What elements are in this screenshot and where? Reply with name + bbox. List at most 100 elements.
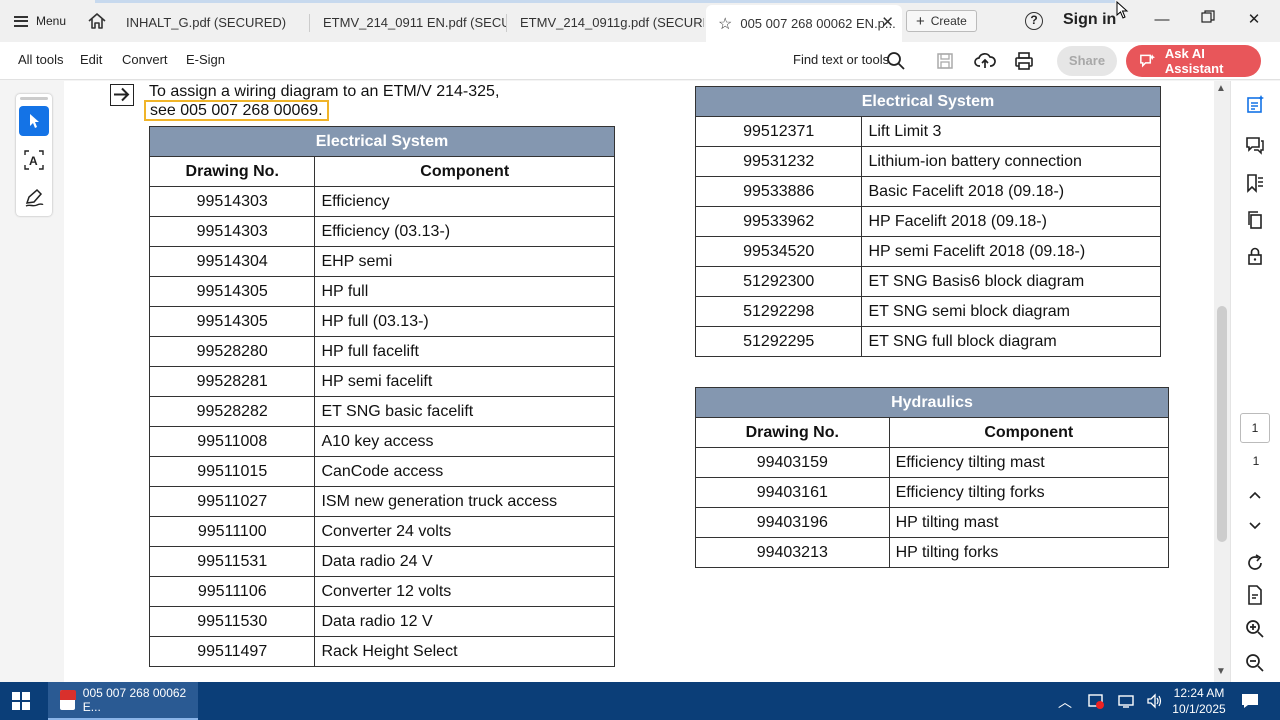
component-cell: Data radio 12 V [314,606,615,637]
quick-tools-panel: A [16,94,52,216]
home-icon[interactable] [84,9,110,33]
menu-label: Menu [36,14,67,28]
arrow-right-icon [110,84,134,106]
scroll-down-arrow-icon[interactable]: ▼ [1216,666,1226,677]
text-select-tool-icon[interactable]: A [19,145,49,175]
table-row: 99511497 Rack Height Select [148,636,615,667]
note-text-line2-link[interactable]: see 005 007 268 00069. [144,100,329,121]
convert-menu[interactable]: Convert [122,52,168,67]
create-button[interactable]: + Create [906,10,977,32]
table-row: 99528281 HP semi facelift [148,366,615,397]
tab-etmv-g[interactable]: ETMV_214_0911g.pdf (SECURED) [508,6,704,38]
toolbar: All tools Edit Convert E-Sign Find text … [0,42,1280,80]
show-hidden-icons-chevron-icon[interactable]: ︿ [1058,692,1072,712]
help-icon[interactable]: ? [1025,12,1043,30]
drawing-number-cell: 99534520 [694,236,863,267]
share-button[interactable]: Share [1057,46,1117,76]
search-icon[interactable] [885,50,907,72]
tab-etmv-en[interactable]: ETMV_214_0911 EN.pdf (SECUR... [311,6,507,38]
comments-icon[interactable] [1243,133,1267,157]
scroll-up-arrow-icon[interactable]: ▲ [1216,83,1226,94]
all-tools-menu[interactable]: All tools [18,52,64,67]
annotate-pen-icon[interactable] [19,183,49,213]
table-row: 99531232 Lithium-ion battery connection [694,146,1161,177]
component-cell: Converter 12 volts [314,576,615,607]
next-page-icon[interactable] [1243,513,1267,537]
sign-in-button[interactable]: Sign in [1063,11,1116,29]
ai-assistant-label: Ask AI Assistant [1164,46,1224,76]
edit-menu[interactable]: Edit [80,52,102,67]
table-row: 99511100 Converter 24 volts [148,516,615,547]
pages-thumbnails-icon[interactable] [1243,208,1267,232]
component-cell: Lithium-ion battery connection [861,146,1161,177]
tab-label: INHALT_G.pdf (SECURED) [126,14,287,30]
component-cell: HP full facelift [314,336,615,367]
esign-menu[interactable]: E-Sign [186,52,225,67]
close-window-icon[interactable]: ✕ [1244,10,1264,30]
drawing-number-cell: 99514303 [148,186,316,217]
tab-strip-accent [95,0,1115,3]
bookmarks-icon[interactable] [1243,171,1267,195]
page-fit-icon[interactable] [1243,583,1267,607]
current-page-field[interactable]: 1 [1240,413,1270,443]
scrollbar-thumb[interactable] [1217,306,1227,542]
taskbar-acrobat-app[interactable]: 005 007 268 00062 E... [48,682,198,720]
component-cell: HP tilting forks [888,537,1170,568]
drawing-number-cell: 99511497 [148,636,316,667]
lock-icon[interactable] [1243,244,1267,268]
save-icon[interactable] [934,50,956,72]
drawing-number-cell: 99511008 [148,426,316,457]
rotate-icon[interactable] [1243,551,1267,575]
drawing-number-cell: 99514305 [148,276,316,307]
previous-page-icon[interactable] [1243,483,1267,507]
upload-cloud-icon[interactable] [974,50,996,72]
menu-button[interactable]: Menu [8,8,72,34]
tab-inhalt[interactable]: INHALT_G.pdf (SECURED) [114,6,310,38]
restore-icon[interactable] [1198,10,1218,30]
drawing-number-cell: 99403159 [695,447,890,478]
drawing-number-cell: 99528281 [148,366,316,397]
volume-icon[interactable] [1146,692,1164,710]
drawing-number-cell: 99533962 [694,206,863,237]
ai-assistant-button[interactable]: Ask AI Assistant [1126,45,1261,77]
mouse-cursor-icon [1116,1,1129,19]
pdf-file-icon [60,690,76,710]
component-cell: A10 key access [314,426,615,457]
drawing-number-cell: 51292300 [694,266,863,297]
drawing-number-cell: 99511015 [148,456,316,487]
component-cell: Efficiency [314,186,615,217]
drawing-number-cell: 99512371 [694,116,863,147]
drag-grip[interactable] [20,97,48,100]
table-title: Electrical System [149,126,615,157]
network-icon[interactable] [1117,692,1135,710]
component-cell: Data radio 24 V [314,546,615,577]
ai-summary-icon[interactable] [1243,93,1267,117]
select-tool-icon[interactable] [19,106,49,136]
zoom-in-icon[interactable] [1243,617,1267,641]
star-icon[interactable]: ☆ [718,14,732,34]
clock-time: 12:24 AM [1173,686,1225,700]
tab-active-document[interactable]: ☆ 005 007 268 00062 EN.p... ✕ [706,5,902,42]
drawing-number-cell: 99533886 [694,176,863,207]
table-row: 99514303 Efficiency (03.13-) [148,216,615,247]
column-header: Drawing No. [148,156,316,187]
drawing-number-cell: 99511100 [148,516,316,547]
table-row: 99403159 Efficiency tilting mast [695,447,1170,478]
find-text-button[interactable]: Find text or tools [793,52,889,67]
table-row: 99514305 HP full [148,276,615,307]
notifications-icon[interactable] [1240,692,1260,710]
system-clock[interactable]: 12:24 AM 10/1/2025 [1170,685,1228,717]
close-tab-icon[interactable]: ✕ [881,13,894,31]
table-row: 99528282 ET SNG basic facelift [148,396,615,427]
drawing-number-cell: 99511106 [148,576,316,607]
component-cell: Lift Limit 3 [861,116,1161,147]
zoom-out-icon[interactable] [1243,651,1267,675]
vertical-scrollbar[interactable]: ▲ ▼ [1214,81,1230,682]
windows-start-icon[interactable] [12,692,30,710]
security-alert-icon[interactable] [1087,692,1105,710]
table-row: 99511008 A10 key access [148,426,615,457]
print-icon[interactable] [1013,50,1035,72]
table-row: 99528280 HP full facelift [148,336,615,367]
component-cell: CanCode access [314,456,615,487]
minimize-icon[interactable]: — [1152,10,1172,30]
